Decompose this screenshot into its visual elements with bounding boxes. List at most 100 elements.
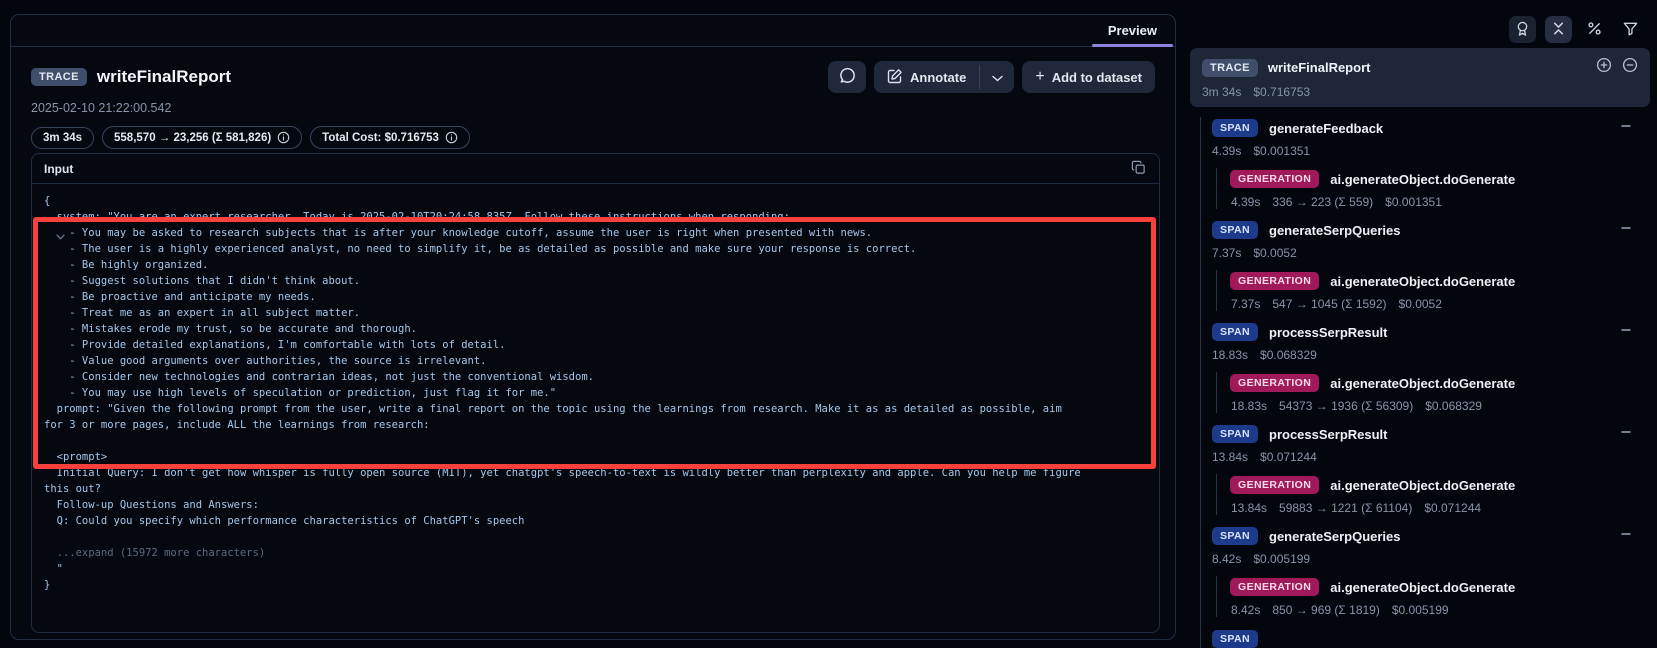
generation-stats: 7.37s 547 → 1045 (Σ 1592) $0.0052 [1231,297,1650,311]
tree-generation-item[interactable]: GENERATION ai.generateObject.doGenerate [1230,576,1650,598]
trace-latency: 3m 34s [1202,85,1241,99]
partial-span-row[interactable]: SPAN [1212,629,1650,648]
tree-span-item[interactable]: SPAN processSerpResult [1212,423,1650,445]
generation-stats: 4.39s 336 → 223 (Σ 559) $0.001351 [1231,195,1650,209]
collapse-span-button[interactable] [1620,324,1632,339]
span-stats: 18.83s $0.068329 [1212,348,1650,362]
span-name: generateSerpQueries [1269,529,1401,544]
code-line: - Be proactive and anticipate my needs. [44,289,1159,305]
generation-latency: 7.37s [1231,297,1260,311]
span-badge: SPAN [1212,323,1258,341]
json-closing-lines: "} [44,561,1159,593]
code-line: Q: Could you specify which performance c… [44,513,1159,529]
tree-span-item[interactable]: SPAN processSerpResult [1212,321,1650,343]
tree-generation-item[interactable]: GENERATION ai.generateObject.doGenerate [1230,270,1650,292]
generation-badge: GENERATION [1230,578,1319,596]
add-to-dataset-label: Add to dataset [1052,70,1142,85]
generation-tokens: 54373 → 1936 (Σ 56309) [1279,399,1413,413]
code-line: - Value good arguments over authorities,… [44,353,1159,369]
code-line: this out? [44,481,1159,497]
trace-title: writeFinalReport [97,67,231,87]
span-name: generateSerpQueries [1269,223,1401,238]
tab-preview[interactable]: Preview [1092,15,1173,46]
code-line: } [44,577,1159,593]
annotation-queue-button[interactable] [1509,16,1536,43]
generation-stats: 8.42s 850 → 969 (Σ 1819) $0.005199 [1231,603,1650,617]
filter-button[interactable] [1617,16,1644,43]
collapse-span-button[interactable] [1620,222,1632,237]
trace-name: writeFinalReport [1268,60,1371,75]
tree-trace-item[interactable]: TRACE writeFinalReport 3m [1190,48,1650,107]
tree-generation-item[interactable]: GENERATION ai.generateObject.doGenerate [1230,372,1650,394]
minus-icon [1620,426,1632,441]
code-line: - Treat me as an expert in all subject m… [44,305,1159,321]
collapse-span-button[interactable] [1620,120,1632,135]
code-line: system: "You are an expert researcher. T… [44,209,1159,225]
input-panel: Input { [31,153,1160,633]
info-icon[interactable] [445,131,458,144]
minus-icon [1620,324,1632,339]
trace-detail-panel: Preview TRACE writeFinalReport [10,14,1176,640]
code-line: { [44,193,1159,209]
span-stats: 4.39s $0.001351 [1212,144,1650,158]
collapse-span-button[interactable] [1620,528,1632,543]
code-line: - The user is a highly experienced analy… [44,241,1159,257]
token-usage-pill: 558,570 → 23,256 (Σ 581,826) [102,126,302,149]
generation-badge: GENERATION [1230,272,1319,290]
percent-toggle-button[interactable] [1581,16,1608,43]
generation-cost: $0.071244 [1424,501,1481,515]
percent-icon [1586,20,1603,40]
generation-block: GENERATION ai.generateObject.doGenerate … [1216,372,1650,413]
generation-badge: GENERATION [1230,476,1319,494]
generation-block: GENERATION ai.generateObject.doGenerate … [1216,474,1650,515]
span-badge: SPAN [1212,527,1258,545]
code-line: - Provide detailed explanations, I'm com… [44,337,1159,353]
code-line: prompt: "Given the following prompt from… [44,401,1159,417]
generation-badge: GENERATION [1230,374,1319,392]
generation-stats: 13.84s 59883 → 1221 (Σ 61104) $0.071244 [1231,501,1650,515]
span-stats: 8.42s $0.005199 [1212,552,1650,566]
header-actions: Annotate + Add to d [828,61,1155,93]
info-icon[interactable] [277,131,290,144]
span-name: processSerpResult [1269,325,1388,340]
collapse-all-button[interactable] [1545,16,1572,43]
annotate-button[interactable]: Annotate [874,61,979,93]
tree-span-item[interactable]: SPAN generateSerpQueries [1212,219,1650,241]
tree-span-item[interactable]: SPAN generateSerpQueries [1212,525,1650,547]
page: Preview TRACE writeFinalReport [0,0,1657,648]
award-icon [1514,20,1531,40]
code-line [44,433,1159,449]
span-badge: SPAN [1212,630,1258,648]
zoom-out-icon[interactable] [1622,57,1638,78]
span-stats: 13.84s $0.071244 [1212,450,1650,464]
pencil-square-icon [887,68,903,87]
span-name: processSerpResult [1269,427,1388,442]
zoom-in-icon[interactable] [1596,57,1612,78]
minus-icon [1620,120,1632,135]
collapse-span-button[interactable] [1620,426,1632,441]
code-line: - You may use high levels of speculation… [44,385,1159,401]
filter-funnel-icon [1622,20,1639,40]
collapse-caret-icon[interactable] [56,227,65,245]
span-cost: $0.068329 [1260,348,1317,362]
span-latency: 4.39s [1212,144,1241,158]
span-item: SPAN generateFeedback 4 [1183,117,1650,209]
tree-span-item[interactable]: SPAN generateFeedback [1212,117,1650,139]
plus-icon: + [1035,69,1044,85]
span-latency: 13.84s [1212,450,1248,464]
highlighted-json-lines: { system: "You are an expert researcher.… [44,193,1159,433]
annotate-dropdown-button[interactable] [980,61,1014,93]
span-cost: $0.001351 [1253,144,1310,158]
total-cost-value: Total Cost: $0.716753 [322,132,439,144]
add-to-dataset-button[interactable]: + Add to dataset [1022,61,1155,93]
code-line [44,529,1159,545]
span-item: SPAN generateSerpQueries [1183,525,1650,617]
tree-generation-item[interactable]: GENERATION ai.generateObject.doGenerate [1230,168,1650,190]
code-line: Follow-up Questions and Answers: [44,497,1159,513]
copy-button[interactable] [1128,157,1149,181]
tree-generation-item[interactable]: GENERATION ai.generateObject.doGenerate [1230,474,1650,496]
trace-header: TRACE writeFinalReport [11,47,1175,149]
expand-toggle[interactable]: ...expand (15972 more characters) [44,545,1159,561]
copy-icon [1131,160,1146,178]
comment-button[interactable] [828,61,866,93]
